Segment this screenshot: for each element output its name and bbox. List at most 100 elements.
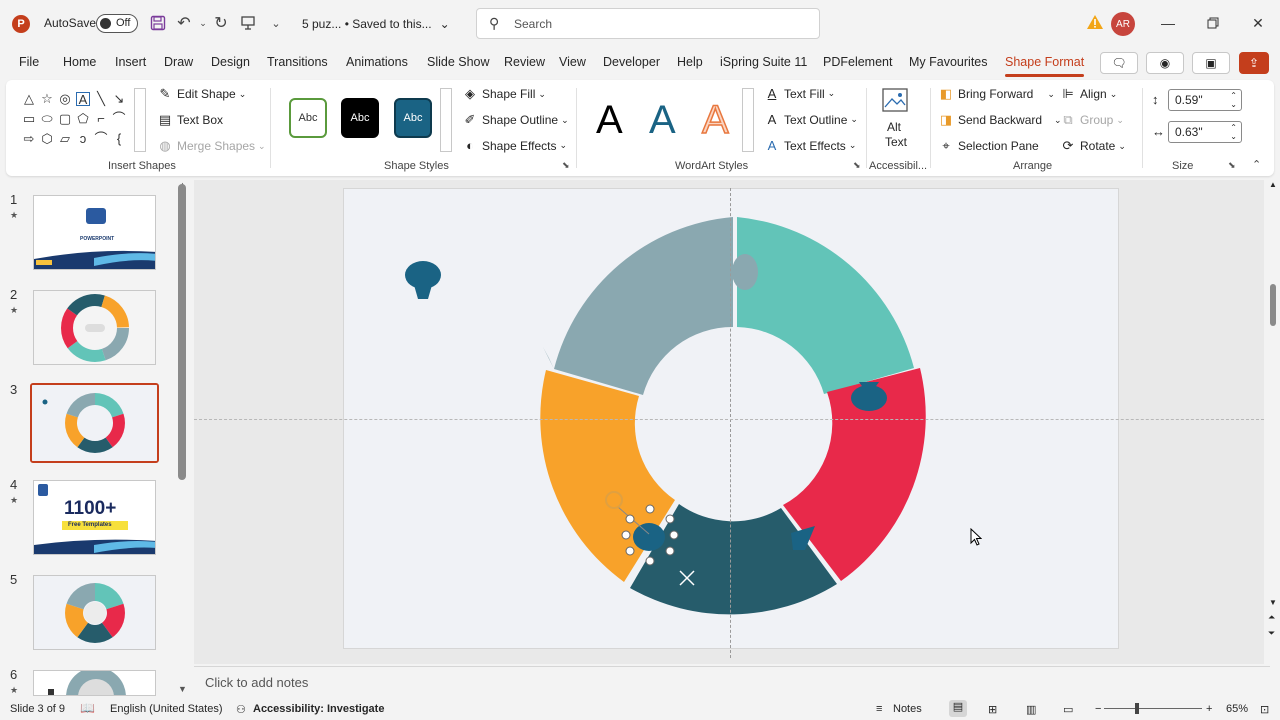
comments-button[interactable]: 🗨: [1100, 52, 1138, 74]
accessibility-status[interactable]: Accessibility: Investigate: [253, 703, 384, 715]
present-icon[interactable]: [238, 13, 258, 33]
arrow-line-shape-icon[interactable]: ↘: [112, 92, 126, 106]
shape-outline-button[interactable]: ✐ Shape Outline ⌄: [462, 112, 569, 128]
canvas-scrollbar[interactable]: ▲ ▼ ⏶ ⏷: [1266, 180, 1280, 664]
notes-button[interactable]: Notes: [893, 703, 922, 715]
undo-dropdown-icon[interactable]: ⌄: [193, 13, 213, 33]
arc-shape-icon[interactable]: ⌒: [94, 132, 108, 146]
rounded-rect-shape-icon[interactable]: ▢: [58, 112, 72, 126]
tab-transitions[interactable]: Transitions: [267, 55, 328, 69]
tab-help[interactable]: Help: [677, 55, 703, 69]
shape-styles-launcher-icon[interactable]: ⬊: [562, 160, 570, 171]
slide-thumbnail-6[interactable]: [33, 670, 156, 696]
tab-view[interactable]: View: [559, 55, 586, 69]
collapse-ribbon-icon[interactable]: ⌃: [1252, 158, 1261, 171]
slide-thumbnail-2[interactable]: [33, 290, 156, 365]
search-box[interactable]: ⚲ Search: [476, 8, 820, 39]
pentagon-arrow-icon[interactable]: ⬡: [40, 132, 54, 146]
tab-slide-show[interactable]: Slide Show: [427, 55, 490, 69]
tab-file[interactable]: File: [19, 55, 39, 69]
shape-style-preset-blue[interactable]: Abc: [394, 98, 432, 138]
text-fill-button[interactable]: A Text Fill ⌄: [764, 86, 836, 101]
snip-rect-shape-icon[interactable]: ⬠: [76, 112, 90, 126]
tab-pdfelement[interactable]: PDFelement: [823, 55, 892, 69]
slide-thumbnail-5[interactable]: [33, 575, 156, 650]
text-effects-button[interactable]: A Text Effects ⌄: [764, 138, 857, 153]
tab-my-favourites[interactable]: My Favourites: [909, 55, 988, 69]
bring-forward-button[interactable]: ◧ Bring Forward ⌄: [938, 86, 1055, 102]
avatar[interactable]: AR: [1111, 12, 1135, 36]
slide-thumbnail-4[interactable]: 1100+ Free Templates: [33, 480, 156, 555]
zoom-slider[interactable]: [1104, 708, 1202, 709]
next-slide-icon[interactable]: ⏷: [1268, 628, 1275, 639]
wordart-preset-orange[interactable]: A: [701, 97, 729, 143]
restore-icon[interactable]: [1203, 13, 1223, 33]
shapes-gallery-scroll[interactable]: [134, 88, 146, 152]
edit-shape-button[interactable]: ✎ Edit Shape ⌄: [157, 86, 247, 102]
thumbnail-scrollbar[interactable]: [178, 184, 186, 480]
star-shape-icon[interactable]: ☆: [40, 92, 54, 106]
document-shape-icon[interactable]: ▱: [58, 132, 72, 146]
size-launcher-icon[interactable]: ⬊: [1228, 160, 1236, 171]
shape-style-preset-black[interactable]: Abc: [341, 98, 379, 138]
scroll-down-icon[interactable]: ▼: [178, 684, 187, 694]
curved-line-icon[interactable]: ⌒: [112, 112, 126, 126]
elbow-connector-icon[interactable]: ⌐: [94, 112, 108, 126]
oval-shape-icon[interactable]: ⬭: [40, 112, 54, 126]
scroll-down-icon[interactable]: ▼: [1269, 598, 1277, 607]
slide-sorter-icon[interactable]: ⊞: [988, 703, 997, 716]
slide-thumbnail-3[interactable]: [30, 383, 159, 463]
alt-text-label-1[interactable]: Alt: [887, 120, 901, 134]
redo-icon[interactable]: ↻: [211, 13, 231, 33]
tab-insert[interactable]: Insert: [115, 55, 146, 69]
shape-style-preset-outline[interactable]: Abc: [289, 98, 327, 138]
wordart-launcher-icon[interactable]: ⬊: [853, 160, 861, 171]
zoom-level[interactable]: 65%: [1226, 703, 1248, 715]
alt-text-label-2[interactable]: Text: [885, 135, 907, 149]
shape-fill-button[interactable]: ◈ Shape Fill ⌄: [462, 86, 546, 102]
share-button[interactable]: ⇪: [1239, 52, 1269, 74]
shape-styles-gallery-scroll[interactable]: [440, 88, 452, 152]
tab-shape-format[interactable]: Shape Format: [1005, 55, 1085, 77]
tab-home[interactable]: Home: [63, 55, 96, 69]
merge-shapes-button[interactable]: ◍ Merge Shapes ⌄: [157, 138, 265, 154]
shapes-gallery[interactable]: △ ☆ ◎ A ╲ ↘ ▭ ⬭ ▢ ⬠ ⌐ ⌒ ⇨ ⬡ ▱ ↄ ⌒ {: [22, 92, 142, 148]
previous-slide-icon[interactable]: ⏶: [1268, 612, 1275, 623]
record-button[interactable]: ◉: [1146, 52, 1184, 74]
undo-icon[interactable]: ↶: [174, 13, 194, 33]
scroll-up-icon[interactable]: ▲: [1269, 180, 1277, 189]
wordart-preset-blue[interactable]: A: [649, 98, 676, 143]
spelling-icon[interactable]: 📖: [80, 701, 95, 715]
brace-shape-icon[interactable]: {: [112, 132, 126, 146]
fit-to-window-icon[interactable]: ⊡: [1260, 703, 1269, 716]
tab-design[interactable]: Design: [211, 55, 250, 69]
align-button[interactable]: ⊫ Align ⌄: [1060, 86, 1117, 102]
tab-draw[interactable]: Draw: [164, 55, 193, 69]
zoom-out-icon[interactable]: −: [1095, 703, 1101, 715]
wordart-preset-black[interactable]: A: [596, 98, 623, 143]
wordart-gallery-scroll[interactable]: [742, 88, 754, 152]
teams-button[interactable]: ▣: [1192, 52, 1230, 74]
shape-effects-button[interactable]: ◐ Shape Effects ⌄: [462, 138, 567, 153]
reading-view-icon[interactable]: ▥: [1026, 703, 1036, 716]
rectangle-shape-icon[interactable]: ▭: [22, 112, 36, 126]
document-title[interactable]: 5 puz... • Saved to this... ⌄: [302, 17, 450, 31]
freeform-shape-icon[interactable]: ↄ: [76, 132, 90, 146]
normal-view-icon[interactable]: ▤: [949, 700, 967, 717]
close-icon[interactable]: ✕: [1248, 13, 1268, 33]
shape-height-input[interactable]: 0.59" ⌃ ⌄: [1168, 89, 1242, 111]
tab-ispring[interactable]: iSpring Suite 11: [720, 55, 807, 69]
scroll-thumb[interactable]: [1270, 284, 1276, 326]
minimize-icon[interactable]: —: [1158, 13, 1178, 33]
textbox-shape-icon[interactable]: A: [76, 92, 90, 107]
slide-thumbnail-1[interactable]: POWERPOINT: [33, 195, 156, 270]
tab-developer[interactable]: Developer: [603, 55, 660, 69]
zoom-slider-thumb[interactable]: [1135, 703, 1139, 714]
customize-toolbar-icon[interactable]: ⌄: [266, 13, 286, 33]
right-arrow-shape-icon[interactable]: ⇨: [22, 132, 36, 146]
warning-icon[interactable]: [1086, 14, 1106, 32]
line-shape-icon[interactable]: ╲: [94, 92, 108, 106]
rotate-button[interactable]: ⟳ Rotate ⌄: [1060, 138, 1126, 154]
text-outline-button[interactable]: A Text Outline ⌄: [764, 112, 858, 127]
save-icon[interactable]: [148, 13, 168, 33]
